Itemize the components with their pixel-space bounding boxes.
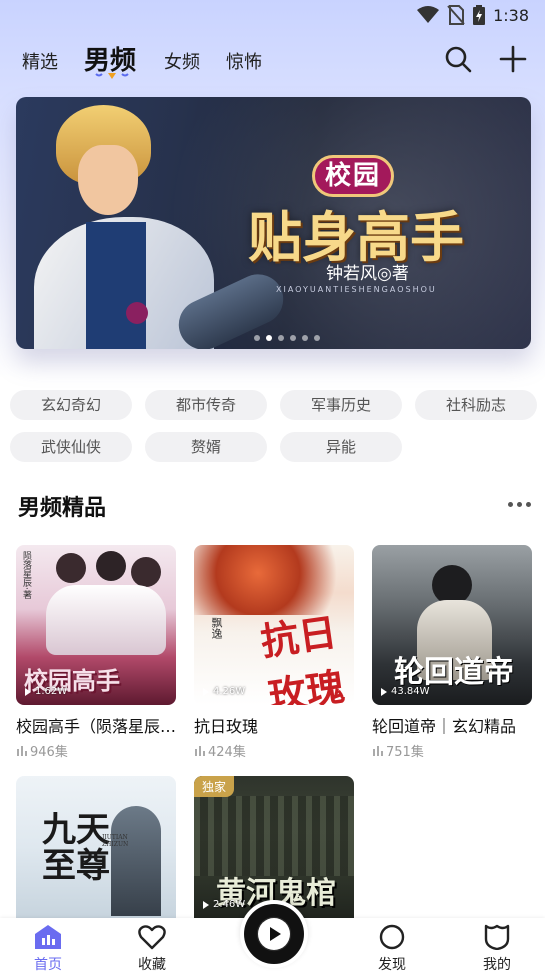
carousel-dot[interactable] <box>314 335 320 341</box>
book-cover: 抗日玫瑰 飘逸 4.26W <box>194 545 354 705</box>
play-count: 1.62W <box>24 686 67 697</box>
banner-character-shirt <box>86 222 146 349</box>
cover-side-text: JIUTIAN ZHIZUN <box>102 834 129 848</box>
heart-icon <box>138 925 166 950</box>
player-button[interactable] <box>240 900 308 968</box>
home-chart-icon <box>35 925 61 949</box>
bottom-nav-discover[interactable]: 发现 <box>362 924 422 976</box>
carousel-dot[interactable] <box>278 335 284 341</box>
category-chip[interactable]: 玄幻奇幻 <box>10 390 132 420</box>
category-chip[interactable]: 异能 <box>280 432 402 462</box>
tab-indicator <box>95 73 129 79</box>
bottom-nav-label: 收藏 <box>138 957 166 973</box>
play-count-value: 4.26W <box>213 686 246 697</box>
section-title: 男频精品 <box>18 496 107 521</box>
banner-character-face <box>78 145 138 215</box>
play-count: 43.84W <box>380 686 430 697</box>
tab-horror[interactable]: 惊怖 <box>226 48 262 74</box>
episode-count: 751集 <box>372 741 424 760</box>
episode-count-value: 946集 <box>30 745 68 760</box>
cover-title: 九天至尊 <box>42 810 110 886</box>
bars-icon <box>373 745 383 756</box>
episode-count: 424集 <box>194 741 246 760</box>
bars-icon <box>195 745 205 756</box>
book-card[interactable]: 轮回道帝 43.84W 轮回道帝｜玄幻精品 751集 <box>372 545 532 760</box>
book-title: 抗日玫瑰 <box>194 717 259 736</box>
book-cover: 黄河鬼棺 独家 2.46W <box>194 776 354 918</box>
category-chip[interactable]: 武侠仙侠 <box>10 432 132 462</box>
book-card[interactable]: 抗日玫瑰 飘逸 4.26W 抗日玫瑰 424集 <box>194 545 354 760</box>
bottom-nav-favorites[interactable]: 收藏 <box>122 924 182 976</box>
carousel-dot[interactable] <box>254 335 260 341</box>
add-icon[interactable] <box>498 44 528 74</box>
tab-selected[interactable]: 精选 <box>22 48 58 74</box>
bottom-nav-label: 发现 <box>378 957 406 973</box>
circle-icon <box>379 924 405 950</box>
category-chip[interactable]: 赘婿 <box>145 432 267 462</box>
play-count: 2.46W <box>202 899 245 910</box>
play-count-value: 2.46W <box>213 899 246 910</box>
banner-tag: 校园 <box>312 155 394 197</box>
top-nav: 精选 男频 女频 惊怖 <box>0 38 545 88</box>
bottom-nav-label: 首页 <box>34 957 62 973</box>
play-count: 4.26W <box>202 686 245 697</box>
search-icon[interactable] <box>443 44 473 74</box>
play-count-value: 1.62W <box>35 686 68 697</box>
episode-count-value: 424集 <box>208 745 246 760</box>
play-icon <box>258 918 290 950</box>
book-card[interactable]: 黄河鬼棺 独家 2.46W <box>194 776 354 918</box>
banner-author: 钟若风◎著 <box>326 264 409 284</box>
book-cover: 陨落星辰·著 校园高手 1.62W <box>16 545 176 705</box>
banner-carousel[interactable]: 校园 贴身高手 钟若风◎著 XIAOYUANTIESHENGAOSHOU <box>16 97 531 349</box>
cover-side-text: 飘逸 <box>210 617 223 639</box>
episode-count: 946集 <box>16 741 68 760</box>
play-count-value: 43.84W <box>391 686 430 697</box>
book-card[interactable]: 九天至尊 JIUTIAN ZHIZUN <box>16 776 176 918</box>
bars-icon <box>17 745 27 756</box>
clock: 1:38 <box>493 5 529 25</box>
tab-female[interactable]: 女频 <box>164 48 200 74</box>
carousel-dot[interactable] <box>290 335 296 341</box>
book-card[interactable]: 陨落星辰·著 校园高手 1.62W 校园高手（陨落星辰… 946集 <box>16 545 176 760</box>
carousel-dot-active[interactable] <box>266 335 272 341</box>
bottom-nav-mine[interactable]: 我的 <box>467 924 527 976</box>
bottom-nav-label: 我的 <box>483 957 511 973</box>
wifi-icon <box>417 6 440 24</box>
category-chip[interactable]: 都市传奇 <box>145 390 267 420</box>
more-icon[interactable] <box>508 498 536 510</box>
no-sim-icon <box>447 5 465 25</box>
banner-subtitle: XIAOYUANTIESHENGAOSHOU <box>276 285 437 294</box>
book-cover: 九天至尊 JIUTIAN ZHIZUN <box>16 776 176 918</box>
bottom-nav-home[interactable]: 首页 <box>18 924 78 976</box>
book-title: 轮回道帝｜玄幻精品 <box>372 717 517 736</box>
cover-title: 轮回道帝 <box>394 655 514 690</box>
episode-count-value: 751集 <box>386 745 424 760</box>
book-cover: 轮回道帝 43.84W <box>372 545 532 705</box>
shield-face-icon <box>484 924 510 950</box>
carousel-dots <box>254 335 320 341</box>
category-chip[interactable]: 社科励志 <box>415 390 537 420</box>
category-chip[interactable]: 军事历史 <box>280 390 402 420</box>
exclusive-badge: 独家 <box>194 776 235 797</box>
status-bar: 1:38 <box>0 0 545 30</box>
cover-side-text: 陨落星辰·著 <box>21 551 31 599</box>
carousel-dot[interactable] <box>302 335 308 341</box>
book-title: 校园高手（陨落星辰… <box>16 717 176 736</box>
banner-rose <box>126 302 148 324</box>
battery-icon <box>473 5 486 25</box>
cover-title: 抗日玫瑰 <box>257 609 348 705</box>
